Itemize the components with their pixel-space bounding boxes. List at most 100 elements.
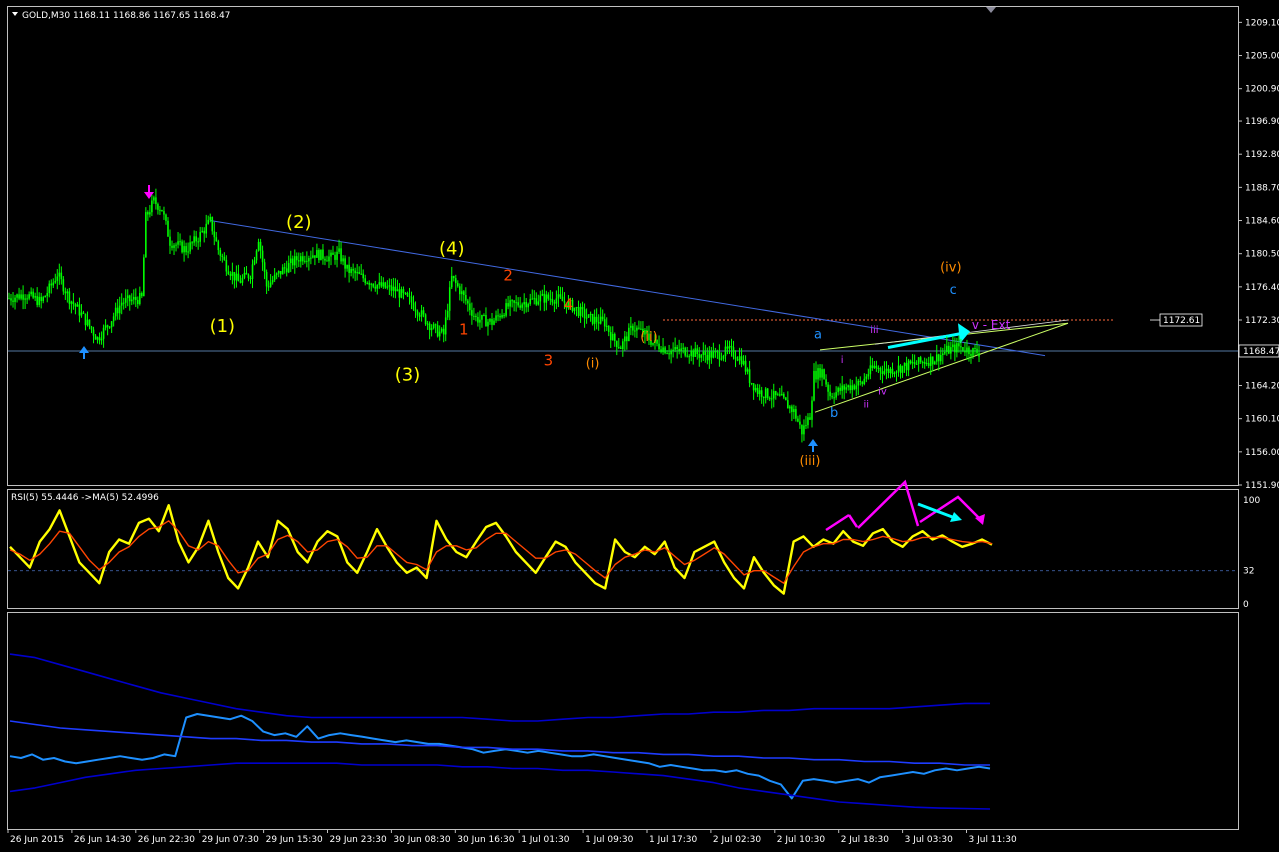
candle-body [925,363,928,365]
candle-body [120,302,123,306]
candle-body [787,400,789,409]
candle-body [217,241,220,251]
candle-body [221,255,224,257]
candle-body [601,316,604,320]
candle-body [92,329,95,336]
candle-body [533,298,536,300]
candle-body [615,341,618,348]
candle-body [406,292,409,296]
candle-body [273,274,276,281]
candle-body [609,332,612,341]
candle-body [597,322,600,324]
candle-body [271,280,274,283]
candle-body [219,250,222,256]
chart-canvas[interactable]: GOLD,M30 1168.11 1168.86 1167.65 1168.47… [0,0,1279,848]
candle-body [189,242,191,252]
candle-body [624,336,626,342]
candle-body [424,314,427,325]
candle-body [942,353,944,356]
candle-body [674,347,676,350]
wave-label: 3 [544,351,554,369]
candle-body [374,286,377,289]
candle-body [432,324,435,329]
candle-body [545,294,548,303]
wave-label: (i) [586,357,600,372]
candle-body [215,237,218,242]
candle-body [728,345,731,349]
candle-body [923,361,926,364]
wave-label: (iii) [799,454,820,469]
candle-body [551,299,554,303]
candle-body [708,351,711,361]
candle-body [193,236,195,243]
candle-body [169,236,171,246]
wave-label: (4) [439,238,465,259]
candle-body [179,241,181,243]
candle-body [263,262,266,272]
candle-body [845,387,847,390]
candle-body [883,370,886,374]
candle-body [195,236,197,242]
candle-body [157,204,159,210]
candle-body [921,361,924,363]
candle-body [819,368,821,378]
candle-body [149,212,151,215]
candle-body [275,273,278,275]
candle-body [10,298,12,301]
candle-body [94,335,97,340]
candle-body [52,282,55,286]
candle-body [744,360,747,372]
candle-body [291,258,294,266]
candle-body [60,272,63,280]
candle-body [82,312,85,314]
wave-label: (2) [286,212,312,233]
candle-body [632,325,634,331]
candle-body [269,282,272,287]
candle-body [575,307,578,309]
candle-body [712,351,715,358]
candle-body [283,267,286,269]
candle-body [968,347,970,355]
candle-body [306,260,308,262]
candle-body [475,315,477,318]
candle-body [159,209,161,211]
candle-body [793,409,795,412]
candle-body [948,345,950,354]
candle-body [308,258,310,262]
candle-body [74,304,77,307]
candle-body [851,385,854,391]
candle-body [324,258,326,261]
candle-body [519,305,521,308]
candle-body [223,256,226,260]
candle-body [863,378,866,385]
candle-body [137,300,139,305]
time-tick-label: 2 Jul 10:30 [777,835,826,845]
candle-body [177,241,179,245]
candle-body [56,276,59,281]
wave-label: b [830,406,838,421]
candle-body [740,356,743,365]
candle-body [64,291,67,294]
chart-window[interactable]: GOLD,M30 1168.11 1168.86 1167.65 1168.47… [0,0,1279,848]
candle-body [746,369,749,372]
candle-body [416,311,419,316]
candle-body [346,264,348,269]
candle-body [332,252,334,255]
candle-body [867,374,870,377]
price-tick-label: 1188.70 [1245,183,1279,193]
candle-body [426,323,429,325]
candle-body [330,252,332,257]
candle-body [585,317,588,319]
candle-body [20,294,22,299]
candle-body [547,294,550,299]
candle-body [952,344,954,348]
candle-body [720,358,723,360]
candle-body [871,365,874,368]
candle-body [913,362,916,365]
price-axis: 1209.10 1205.00 1200.90 1196.90 1192.80 1188.… [1238,18,1279,491]
candle-body [147,212,149,215]
candle-body [400,289,403,298]
candle-body [245,272,248,275]
price-tick-label: 1164.20 [1245,382,1279,392]
candle-body [726,346,729,349]
